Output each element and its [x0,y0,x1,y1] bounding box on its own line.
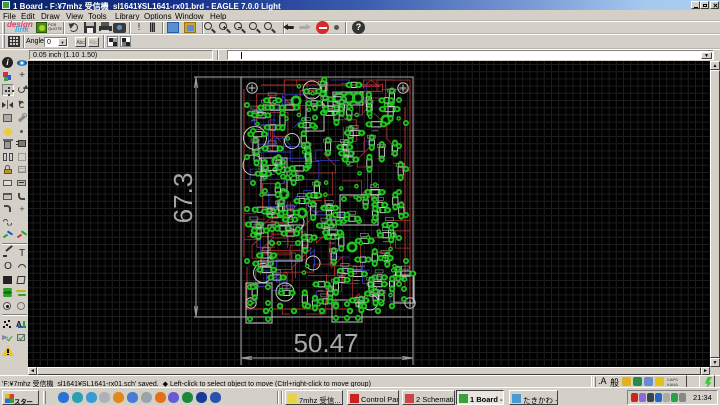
svg-text:50.47: 50.47 [293,328,358,358]
svg-text:67.3: 67.3 [168,173,198,224]
